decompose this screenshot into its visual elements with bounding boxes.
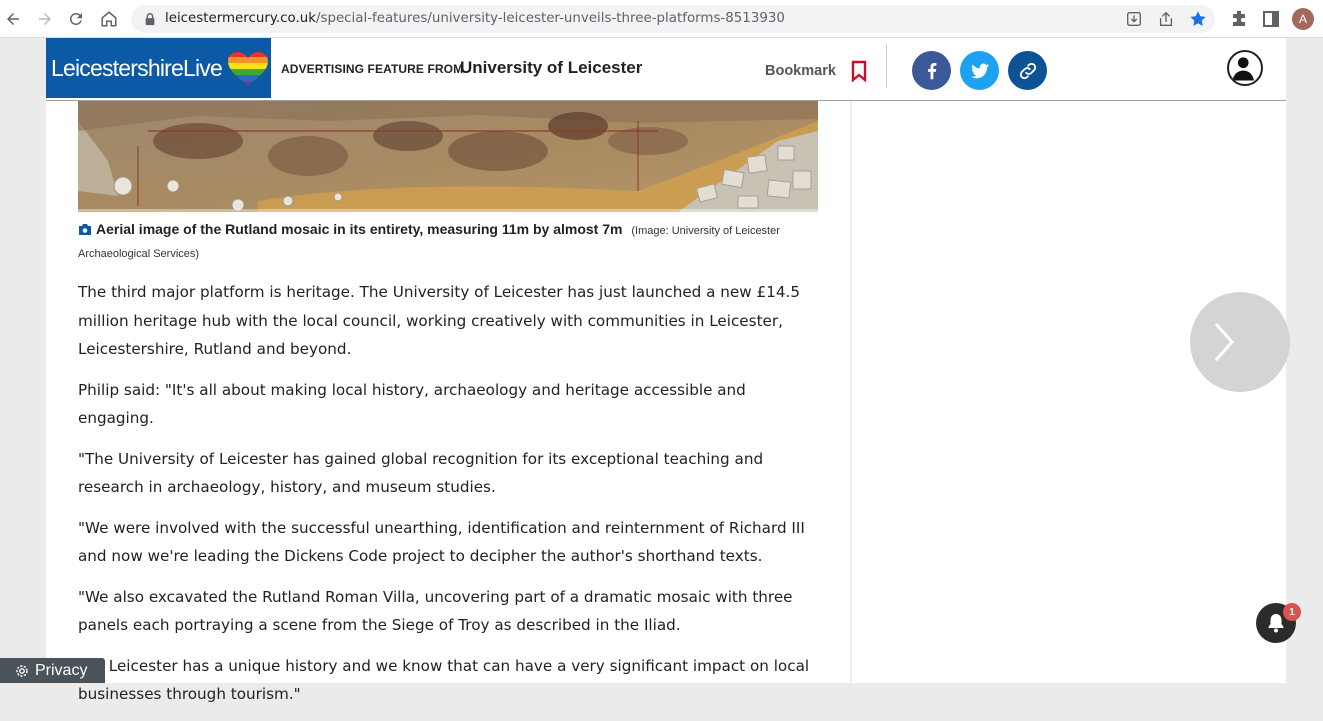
install-app-icon[interactable]: [1125, 10, 1143, 28]
url-path: /special-features/university-leicester-u…: [315, 11, 785, 26]
back-button[interactable]: [1, 7, 25, 31]
site-header: LeicestershireLive ADVERTISING FEATURE F…: [46, 38, 1286, 101]
sponsor-name: University of Leicester: [460, 58, 643, 77]
side-panel-icon[interactable]: [1261, 9, 1281, 29]
browser-toolbar: leicestermercury.co.uk/special-features/…: [0, 0, 1323, 38]
header-divider: [886, 44, 887, 88]
copy-link-button[interactable]: [1008, 51, 1047, 90]
article-paragraph: "We also excavated the Rutland Roman Vil…: [78, 587, 793, 635]
forward-button[interactable]: [33, 7, 57, 31]
web-page: LeicestershireLive ADVERTISING FEATURE F…: [46, 38, 1286, 703]
logo-text: LeicestershireLive: [51, 55, 223, 81]
privacy-label: Privacy: [35, 661, 88, 679]
twitter-share-button[interactable]: [960, 51, 999, 90]
twitter-icon: [970, 63, 989, 78]
mosaic-aerial-image: [78, 101, 818, 212]
article-paragraph: The third major platform is heritage. Th…: [78, 283, 800, 358]
address-bar[interactable]: leicestermercury.co.uk/special-features/…: [131, 5, 1215, 33]
camera-icon: [79, 224, 91, 235]
notification-count-badge: 1: [1283, 603, 1301, 621]
bookmark-label[interactable]: Bookmark: [765, 63, 836, 79]
article-paragraph: "We were involved with the successful un…: [78, 518, 805, 566]
url-host: leicestermercury.co.uk: [165, 11, 316, 26]
carousel-next-button[interactable]: [1190, 292, 1290, 392]
extensions-icon[interactable]: [1229, 9, 1249, 29]
home-button[interactable]: [97, 7, 121, 31]
sidebar-divider: [850, 101, 852, 683]
advertising-feature-label: ADVERTISING FEATURE FROM: [281, 62, 464, 76]
bookmark-star-icon[interactable]: [1189, 10, 1207, 28]
article-paragraph: "The University of Leicester has gained …: [78, 449, 764, 497]
facebook-icon: [927, 62, 936, 79]
lock-icon[interactable]: [143, 12, 157, 26]
account-icon[interactable]: [1227, 50, 1263, 86]
gear-icon: [16, 664, 28, 677]
article-paragraph: Philip said: "It's all about making loca…: [78, 380, 746, 428]
bookmark-icon[interactable]: [850, 60, 868, 82]
privacy-settings-button[interactable]: Privacy: [0, 658, 105, 683]
image-caption: Aerial image of the Rutland mosaic in it…: [78, 218, 818, 265]
article-body: The third major platform is heritage. Th…: [78, 278, 823, 721]
chevron-right-icon: [1214, 323, 1235, 361]
share-icon[interactable]: [1157, 10, 1175, 28]
reload-button[interactable]: [64, 7, 88, 31]
link-icon: [1019, 62, 1036, 79]
caption-text: Aerial image of the Rutland mosaic in it…: [96, 221, 623, 237]
facebook-share-button[interactable]: [912, 51, 951, 90]
article-paragraph: "So Leicester has a unique history and w…: [78, 656, 810, 704]
profile-avatar[interactable]: A: [1292, 8, 1314, 30]
url-text[interactable]: leicestermercury.co.uk/special-features/…: [165, 11, 785, 26]
bell-icon: [1268, 614, 1284, 633]
rainbow-heart-icon: [228, 52, 268, 85]
site-logo[interactable]: LeicestershireLive: [46, 38, 271, 98]
